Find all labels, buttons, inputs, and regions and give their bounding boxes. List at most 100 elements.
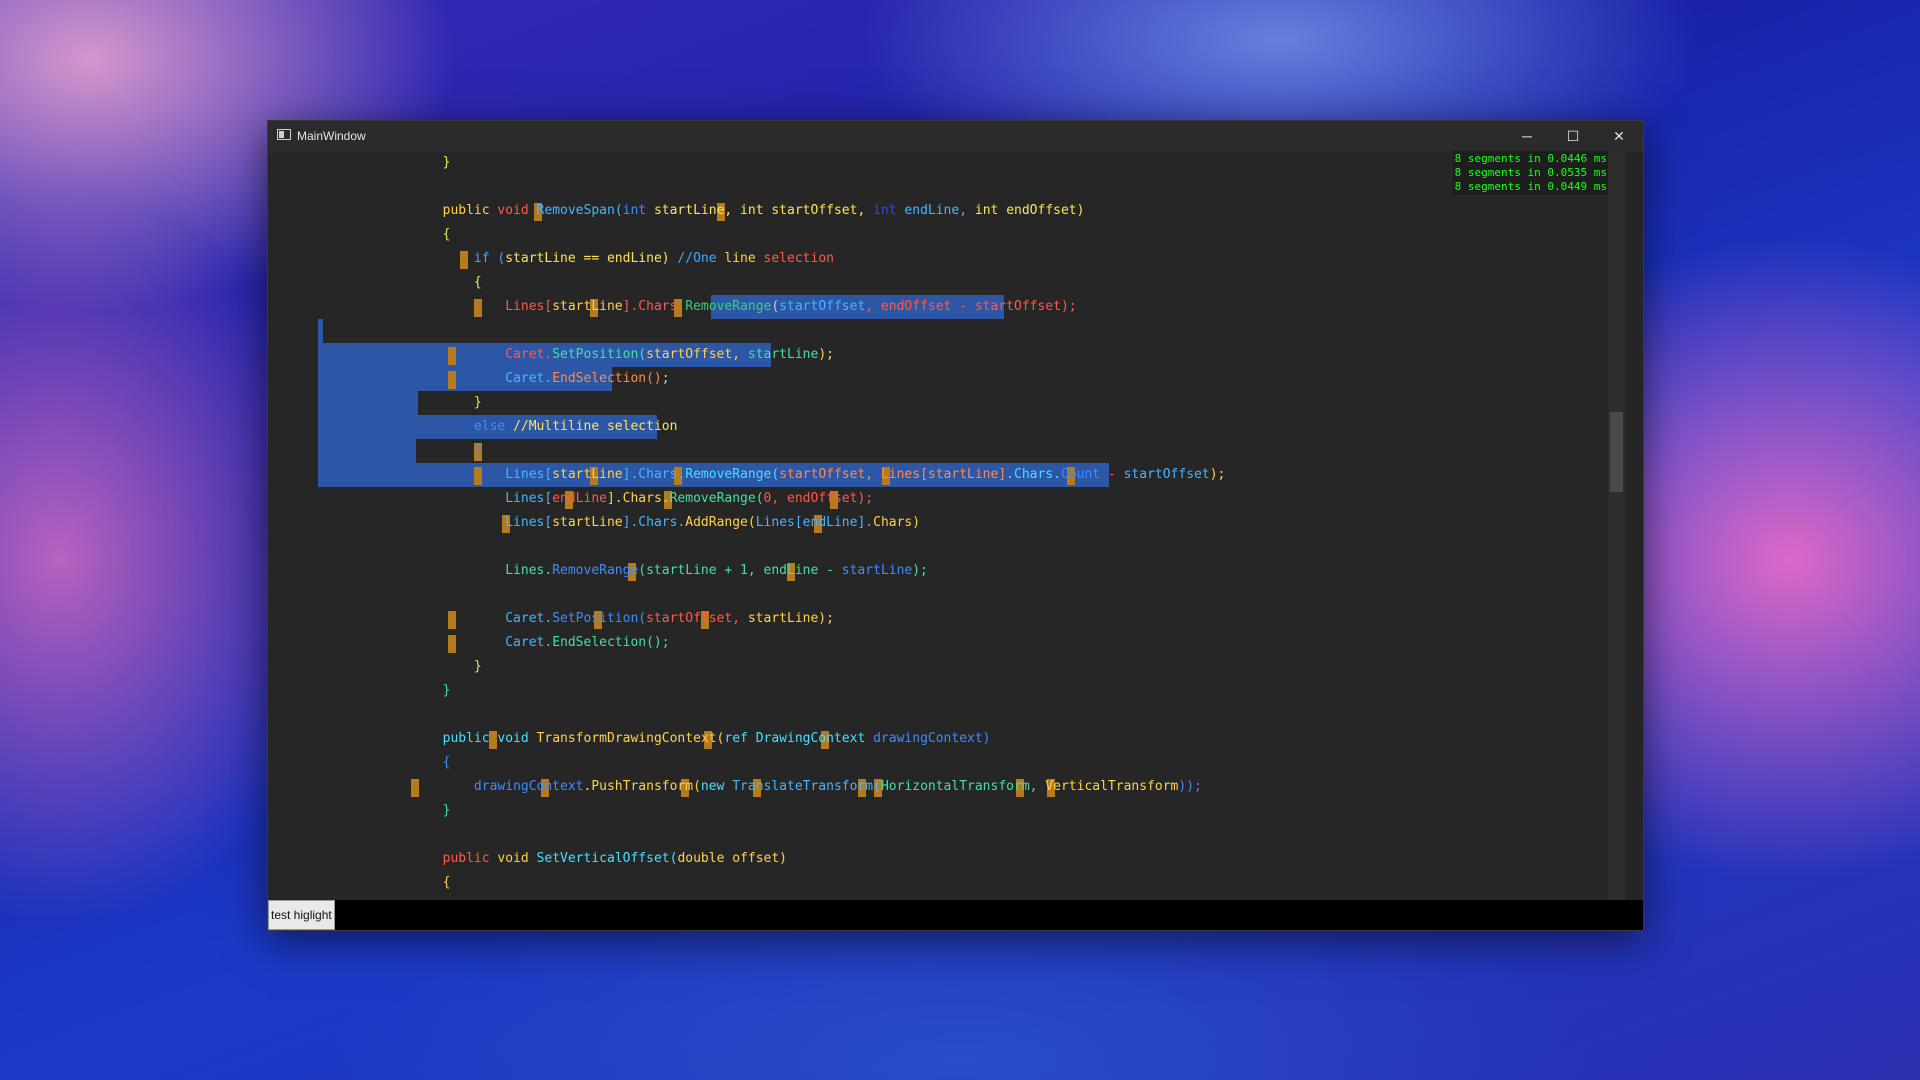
code-token: ); bbox=[1209, 467, 1226, 482]
code-line: public void RemoveSpan(int startLine, in… bbox=[380, 199, 1225, 223]
code-token: drawingContext bbox=[380, 779, 584, 794]
main-window: MainWindow ─ ☐ ✕} public void RemoveSpa… bbox=[267, 120, 1644, 931]
code-token: ].Chars. bbox=[606, 491, 670, 506]
code-line: { bbox=[380, 223, 1225, 247]
code-token: void bbox=[497, 203, 537, 218]
code-token: Lines[ bbox=[380, 491, 553, 506]
code-token: .Chars. bbox=[1006, 467, 1061, 482]
code-token: //Multiline selection bbox=[513, 419, 678, 434]
code-line: public void SetVerticalOffset(double off… bbox=[380, 847, 1225, 871]
code-token: ); bbox=[912, 563, 928, 578]
code-token: .PushTransform( bbox=[583, 779, 701, 794]
code-token: } bbox=[380, 683, 451, 698]
code-token: } bbox=[380, 395, 482, 410]
code-line: Caret.SetPosition(startOffset, startLine… bbox=[380, 343, 1225, 367]
code-token: Lines[ bbox=[380, 467, 553, 482]
code-token: public bbox=[380, 851, 498, 866]
stats-line: 8 segments in 0.0446 ms bbox=[1454, 152, 1607, 165]
code-token: int bbox=[873, 203, 905, 218]
code-token: TransformDrawingContext( bbox=[536, 731, 725, 746]
code-token: Lines[ bbox=[380, 515, 553, 530]
code-token: AddRange( bbox=[685, 515, 756, 530]
code-line: Caret.SetPosition(startOffset, startLine… bbox=[380, 607, 1225, 631]
code-token: line bbox=[724, 251, 764, 266]
code-token: if ( bbox=[380, 251, 506, 266]
code-line: Lines[startLine].Chars.RemoveRange(start… bbox=[380, 463, 1225, 487]
scrollbar-thumb[interactable] bbox=[1610, 412, 1623, 492]
code-token: EndSelection(); bbox=[552, 635, 670, 650]
code-token: int bbox=[740, 203, 772, 218]
code-token: double offset) bbox=[677, 851, 788, 866]
code-token: Caret. bbox=[380, 611, 553, 626]
code-token: new bbox=[700, 779, 733, 794]
code-line: Lines[startLine].Chars.AddRange(Lines[en… bbox=[380, 511, 1225, 535]
code-token: TranslateTransform( bbox=[732, 779, 881, 794]
code-token: ].Chars. bbox=[622, 467, 686, 482]
code-token: RemoveRange bbox=[552, 563, 639, 578]
code-token: Lines. bbox=[380, 563, 553, 578]
code-token: startOffset, bbox=[646, 347, 748, 362]
minimize-button[interactable]: ─ bbox=[1504, 121, 1550, 151]
code-token: startLine bbox=[841, 563, 913, 578]
code-token: startOffset, bbox=[646, 611, 748, 626]
code-token: ].Chars. bbox=[622, 299, 686, 314]
code-line: else //Multiline selection bbox=[380, 415, 1225, 439]
code-text[interactable]: } public void RemoveSpan(int startLine, … bbox=[380, 151, 1226, 895]
code-token: startLine bbox=[552, 467, 623, 482]
code-token: { bbox=[380, 275, 482, 290]
code-token: RemoveRange( bbox=[685, 467, 780, 482]
code-token: Lines[endLine]. bbox=[755, 515, 874, 530]
code-token: startLine bbox=[552, 515, 623, 530]
code-token: Caret. bbox=[380, 371, 553, 386]
code-line: drawingContext.PushTransform(new Transla… bbox=[380, 775, 1225, 799]
code-token: { bbox=[380, 875, 451, 890]
code-token: Caret. bbox=[380, 635, 553, 650]
code-token: EndSelection() bbox=[552, 371, 662, 386]
window-title: MainWindow bbox=[297, 129, 366, 143]
code-line: Caret.EndSelection(); bbox=[380, 367, 1225, 391]
code-line: Lines[endLine].Chars.RemoveRange(0, endO… bbox=[380, 487, 1225, 511]
close-button[interactable]: ✕ bbox=[1596, 121, 1642, 151]
code-token: drawingContext) bbox=[873, 731, 991, 746]
code-token: ref DrawingContext bbox=[724, 731, 874, 746]
test-highlight-button[interactable]: test higlight bbox=[268, 900, 335, 930]
selection-highlight bbox=[318, 319, 323, 343]
code-token: else bbox=[380, 419, 514, 434]
code-token: startOffset bbox=[779, 299, 866, 314]
maximize-button[interactable]: ☐ bbox=[1550, 121, 1596, 151]
code-token: startLine bbox=[552, 299, 623, 314]
code-token: Caret. bbox=[380, 347, 553, 362]
code-token: startLine bbox=[747, 347, 819, 362]
code-token: startOffset, Lines[startLine] bbox=[779, 467, 1007, 482]
code-line: Lines[startLine].Chars.RemoveRange(start… bbox=[380, 295, 1225, 319]
code-token: Chars) bbox=[873, 515, 921, 530]
code-line: { bbox=[380, 871, 1225, 895]
code-line: if (startLine == endLine) //One line sel… bbox=[380, 247, 1225, 271]
code-token: endOffset) bbox=[1006, 203, 1085, 218]
code-line: } bbox=[380, 391, 1225, 415]
code-token: - bbox=[1100, 467, 1124, 482]
code-token: startLine, bbox=[653, 203, 741, 218]
code-token: SetPosition( bbox=[552, 611, 647, 626]
title-bar[interactable]: MainWindow ─ ☐ ✕ bbox=[268, 121, 1643, 151]
code-token: { bbox=[380, 755, 451, 770]
code-token: RemoveRange( bbox=[669, 491, 764, 506]
render-stats: 8 segments in 0.0446 ms 8 segments in 0.… bbox=[1452, 151, 1609, 195]
code-token: startLine == endLine) bbox=[505, 251, 678, 266]
code-line: { bbox=[380, 271, 1225, 295]
code-token: { bbox=[380, 443, 482, 458]
code-token: , endOffset - startOffset); bbox=[865, 299, 1077, 314]
code-token: ); bbox=[818, 347, 834, 362]
code-token: public void bbox=[380, 731, 537, 746]
code-line: } bbox=[380, 655, 1225, 679]
code-token: int bbox=[622, 203, 654, 218]
vertical-scrollbar[interactable] bbox=[1608, 151, 1625, 900]
code-token: } bbox=[380, 803, 451, 818]
code-editor[interactable]: } public void RemoveSpan(int startLine, … bbox=[268, 151, 1625, 900]
code-token: 0, bbox=[763, 491, 788, 506]
